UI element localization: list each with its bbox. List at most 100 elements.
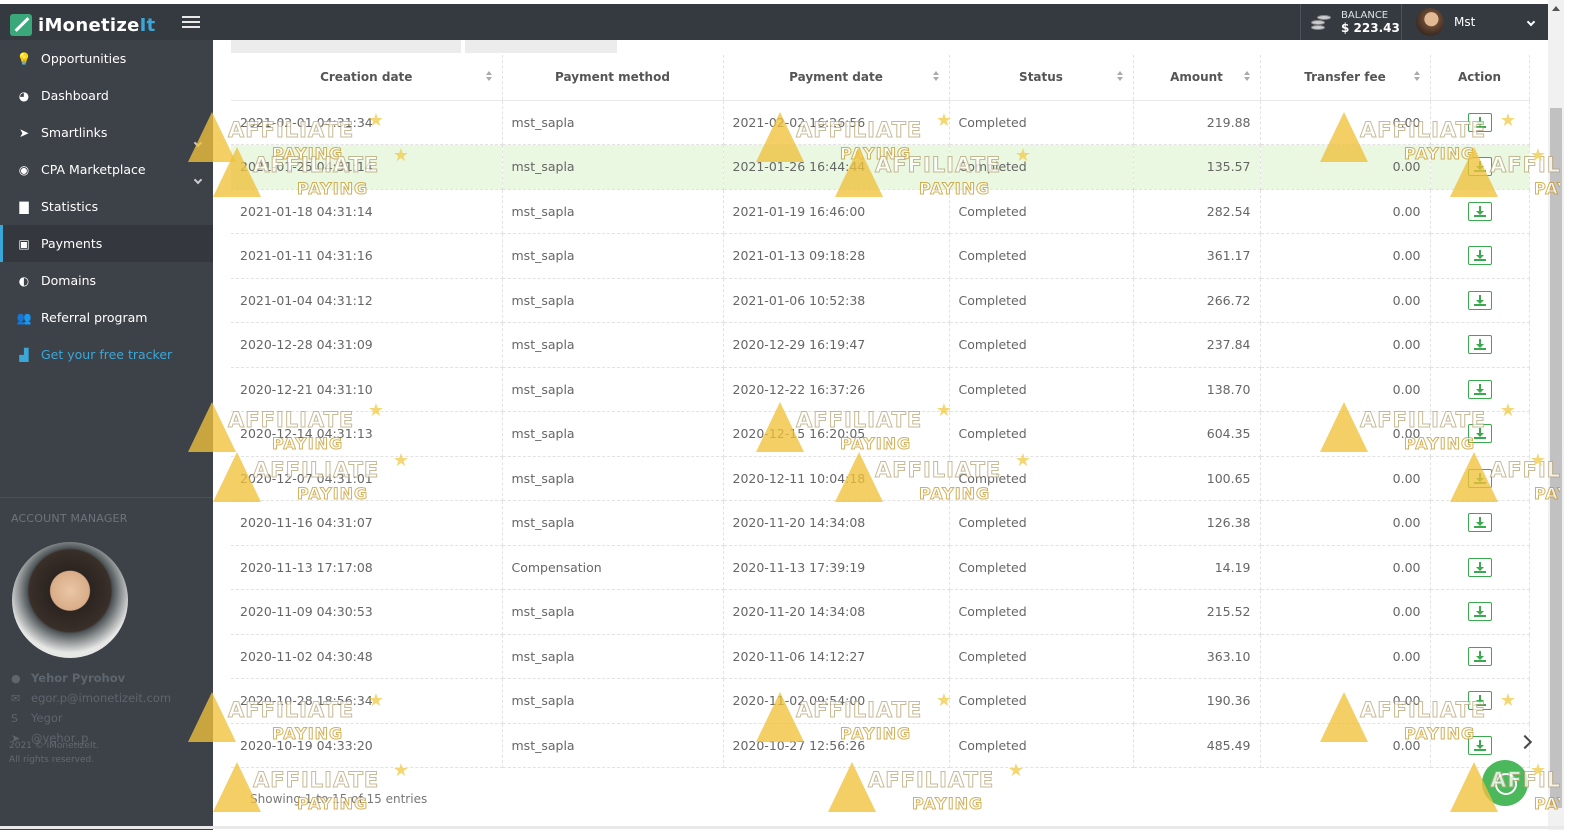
cell-transfer-fee: 0.00 bbox=[1260, 678, 1431, 724]
sidebar-item-dashboard[interactable]: ◕ Dashboard bbox=[0, 77, 213, 114]
sidebar-item-label: CPA Marketplace bbox=[41, 162, 146, 177]
cell-payment-method: mst_sapla bbox=[502, 411, 724, 457]
table-row: 2021-01-04 04:31:12 mst_sapla 2021-01-06 1… bbox=[231, 278, 1530, 323]
cell-status: Completed bbox=[949, 322, 1134, 368]
download-icon[interactable] bbox=[1467, 557, 1492, 577]
sort-icon[interactable] bbox=[1116, 71, 1123, 81]
download-icon[interactable] bbox=[1467, 602, 1492, 622]
cell-payment-method: mst_sapla bbox=[502, 723, 724, 768]
sidebar-item-referral-program[interactable]: 👥 Referral program bbox=[0, 299, 213, 336]
download-icon[interactable] bbox=[1467, 201, 1492, 221]
column-header-transfer-fee[interactable]: Transfer fee bbox=[1260, 55, 1431, 101]
sidebar-item-opportunities[interactable]: 💡 Opportunities bbox=[0, 40, 213, 77]
sort-icon[interactable] bbox=[1243, 71, 1250, 81]
table-row: 2020-11-02 04:30:48 mst_sapla 2020-11-06 1… bbox=[231, 634, 1530, 679]
chat-button[interactable] bbox=[1482, 760, 1528, 806]
scroll-up-icon[interactable] bbox=[1552, 6, 1560, 11]
account-manager-email[interactable]: ✉ egor.p@imonetizeit.com bbox=[11, 691, 171, 705]
tab-partial[interactable] bbox=[465, 40, 617, 53]
sidebar-item-free-tracker[interactable]: ▟ Get your free tracker bbox=[0, 336, 213, 373]
table-row: 2020-12-14 04:31:13 mst_sapla 2020-12-15 1… bbox=[231, 411, 1530, 457]
cell-action bbox=[1430, 678, 1530, 724]
download-icon[interactable] bbox=[1467, 468, 1492, 488]
sidebar-item-payments[interactable]: ▣ Payments bbox=[0, 225, 213, 262]
download-icon[interactable] bbox=[1467, 691, 1492, 711]
column-header-status[interactable]: Status bbox=[949, 55, 1134, 101]
scroll-thumb[interactable] bbox=[1550, 108, 1562, 808]
paper-plane-icon: ➤ bbox=[18, 125, 30, 140]
cell-transfer-fee: 0.00 bbox=[1260, 456, 1431, 501]
chevron-down-icon[interactable] bbox=[193, 138, 203, 148]
cell-payment-method: mst_sapla bbox=[502, 678, 724, 724]
cell-payment-method: mst_sapla bbox=[502, 100, 724, 145]
skype-icon: S bbox=[11, 711, 18, 725]
column-header-creation-date[interactable]: Creation date bbox=[231, 55, 503, 101]
sidebar-item-statistics[interactable]: ▇ Statistics bbox=[0, 188, 213, 225]
cell-creation-date: 2021-01-25 04:31:14 bbox=[231, 144, 503, 190]
menu-toggle-icon[interactable] bbox=[182, 16, 200, 30]
payments-table: Creation date Payment method Payment dat… bbox=[231, 55, 1530, 768]
sort-icon[interactable] bbox=[932, 71, 939, 81]
download-icon[interactable] bbox=[1467, 157, 1492, 177]
column-header-amount[interactable]: Amount bbox=[1133, 55, 1261, 101]
download-icon[interactable] bbox=[1467, 646, 1492, 666]
tab-partial[interactable] bbox=[231, 40, 461, 53]
coins-icon bbox=[1311, 13, 1333, 31]
cell-status: Completed bbox=[949, 189, 1134, 234]
cell-transfer-fee: 0.00 bbox=[1260, 144, 1431, 190]
cell-payment-method: mst_sapla bbox=[502, 233, 724, 279]
tab-strip bbox=[231, 40, 617, 53]
download-icon[interactable] bbox=[1467, 424, 1492, 444]
chevron-down-icon bbox=[1526, 17, 1536, 27]
cell-creation-date: 2020-12-07 04:31:01 bbox=[231, 456, 503, 501]
download-icon[interactable] bbox=[1467, 735, 1492, 755]
cell-status: Completed bbox=[949, 678, 1134, 724]
sidebar: 💡 Opportunities ◕ Dashboard ➤ Smartlinks… bbox=[0, 40, 213, 830]
download-icon[interactable] bbox=[1467, 246, 1492, 266]
download-icon[interactable] bbox=[1467, 112, 1492, 132]
sidebar-item-smartlinks[interactable]: ➤ Smartlinks bbox=[0, 114, 213, 151]
cell-action bbox=[1430, 500, 1530, 546]
download-icon[interactable] bbox=[1467, 379, 1492, 399]
sidebar-item-domains[interactable]: ◐ Domains bbox=[0, 262, 213, 299]
chevron-down-icon[interactable] bbox=[193, 175, 203, 185]
divider bbox=[0, 826, 1564, 829]
account-manager-skype[interactable]: S Yegor bbox=[11, 711, 63, 725]
sidebar-item-cpa-marketplace[interactable]: ◉ CPA Marketplace bbox=[0, 151, 213, 188]
cell-payment-date: 2020-12-22 16:37:26 bbox=[723, 367, 950, 412]
copyright: 2021 © iMonetizeIt. All rights reserved. bbox=[9, 741, 99, 765]
cell-payment-method: mst_sapla bbox=[502, 144, 724, 190]
cell-creation-date: 2021-01-11 04:31:16 bbox=[231, 233, 503, 279]
tracker-icon: ▟ bbox=[19, 347, 29, 362]
sidebar-item-label: Dashboard bbox=[41, 88, 109, 103]
cell-transfer-fee: 0.00 bbox=[1260, 545, 1431, 590]
cell-action bbox=[1430, 589, 1530, 635]
cell-payment-date: 2020-11-20 14:34:08 bbox=[723, 589, 950, 635]
user-menu[interactable]: Mst bbox=[1401, 4, 1548, 40]
table-row: 2020-12-21 04:31:10 mst_sapla 2020-12-22 1… bbox=[231, 367, 1530, 412]
table-header-row: Creation date Payment method Payment dat… bbox=[231, 55, 1530, 101]
user-icon: ● bbox=[11, 671, 21, 685]
table-row: 2021-02-01 04:31:34 mst_sapla 2021-02-02 1… bbox=[231, 100, 1530, 145]
cell-transfer-fee: 0.00 bbox=[1260, 189, 1431, 234]
cell-status: Completed bbox=[949, 723, 1134, 768]
cell-status: Completed bbox=[949, 500, 1134, 546]
cell-payment-date: 2020-11-13 17:39:19 bbox=[723, 545, 950, 590]
download-icon[interactable] bbox=[1467, 335, 1492, 355]
column-header-payment-date[interactable]: Payment date bbox=[723, 55, 950, 101]
cell-amount: 485.49 bbox=[1133, 723, 1261, 768]
cell-action bbox=[1430, 189, 1530, 234]
logo[interactable]: iMonetizeIt bbox=[10, 13, 156, 37]
sort-icon[interactable] bbox=[485, 71, 492, 81]
cell-action bbox=[1430, 545, 1530, 590]
scrollbar[interactable] bbox=[1548, 0, 1564, 830]
cell-transfer-fee: 0.00 bbox=[1260, 723, 1431, 768]
sort-icon[interactable] bbox=[1413, 71, 1420, 81]
download-icon[interactable] bbox=[1467, 290, 1492, 310]
cell-amount: 190.36 bbox=[1133, 678, 1261, 724]
cell-payment-date: 2021-01-26 16:44:44 bbox=[723, 144, 950, 190]
download-icon[interactable] bbox=[1467, 513, 1492, 533]
table-row: 2020-11-09 04:30:53 mst_sapla 2020-11-20 1… bbox=[231, 589, 1530, 635]
cell-creation-date: 2020-12-21 04:31:10 bbox=[231, 367, 503, 412]
cell-action bbox=[1430, 456, 1530, 501]
